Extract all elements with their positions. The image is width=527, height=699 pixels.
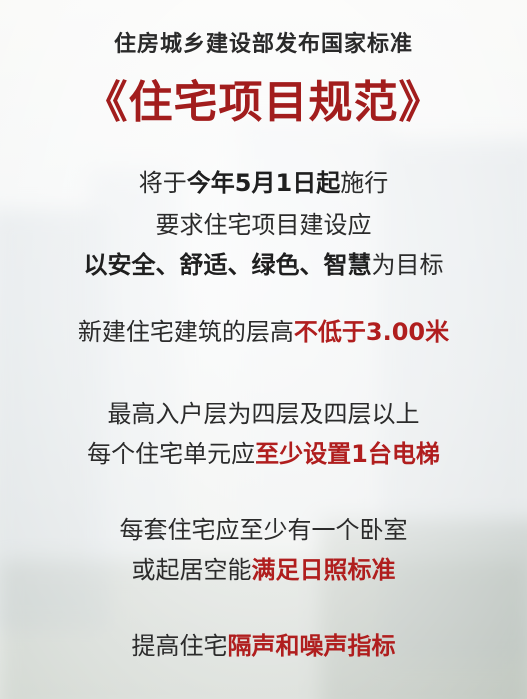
emphasis-text: 今年5月1日起 [186, 169, 341, 197]
paragraph-1-line-1: 将于今年5月1日起施行 [0, 163, 527, 198]
paragraph-3-line-2: 每个住宅单元应至少设置1台电梯 [0, 434, 527, 469]
paragraph-1-line-2: 要求住宅项目建设应 [155, 211, 372, 239]
text-segment: 或起居空能 [131, 556, 252, 584]
poster-content: 住房城乡建设部发布国家标准 《住宅项目规范》 将于今年5月1日起施行 要求住宅项… [0, 0, 527, 699]
paragraph-1-line-3: 以安全、舒适、绿色、智慧为目标 [0, 245, 527, 280]
emphasis-text: 以安全、舒适、绿色、智慧 [83, 251, 372, 279]
paragraph-2-line-1: 新建住宅建筑的层高不低于3.00米 [0, 312, 527, 347]
text-segment: 提高住宅 [131, 632, 228, 660]
text-segment: 新建住宅建筑的层高 [77, 318, 294, 346]
highlight-text: 至少设置1台电梯 [255, 440, 440, 468]
text-segment: 为目标 [371, 251, 444, 279]
paragraph-5-line-1: 提高住宅隔声和噪声指标 [0, 626, 527, 661]
paragraph-4-line-1: 每套住宅应至少有一个卧室 [119, 516, 408, 544]
highlight-text: 满足日照标准 [251, 556, 396, 584]
page-title: 《住宅项目规范》 [83, 77, 444, 128]
text-segment: 施行 [340, 169, 389, 197]
text-segment: 每个住宅单元应 [87, 440, 256, 468]
header-kicker: 住房城乡建设部发布国家标准 [113, 32, 413, 57]
text-segment: 将于 [138, 169, 187, 197]
paragraph-4-line-2: 或起居空能满足日照标准 [0, 550, 527, 585]
highlight-text: 隔声和噪声指标 [227, 632, 396, 660]
highlight-text: 不低于3.00米 [293, 318, 450, 346]
paragraph-3-line-1: 最高入户层为四层及四层以上 [107, 400, 420, 428]
